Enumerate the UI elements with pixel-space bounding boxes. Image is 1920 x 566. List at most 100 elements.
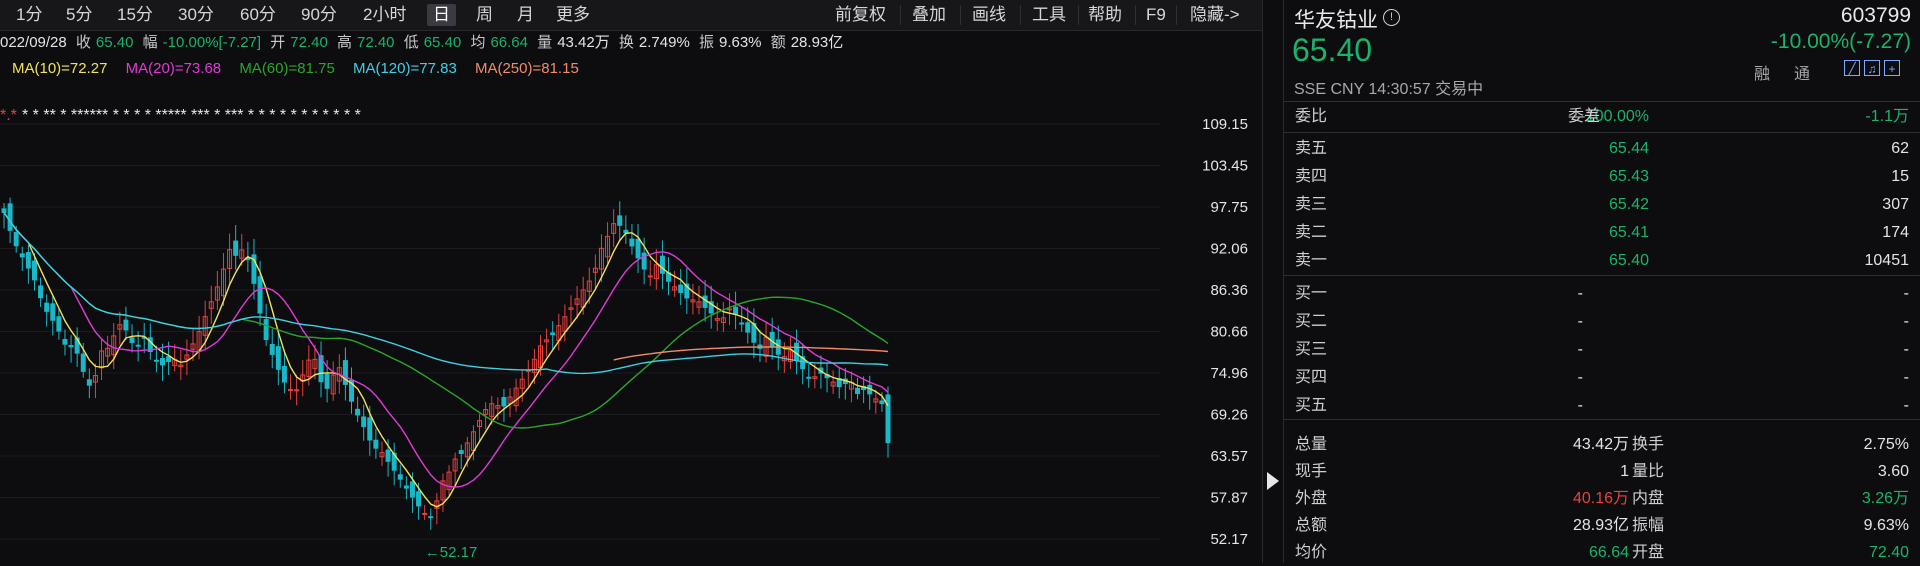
info-high: 72.40 xyxy=(356,34,395,51)
period-15min[interactable]: 15分 xyxy=(117,4,153,26)
candlestick-chart[interactable]: 109.15 103.45 97.75 92.06 86.36 80.66 74.96 69.… xyxy=(0,84,1262,563)
stats-row: 总额 28.93亿 振幅 9.63% xyxy=(1284,512,1920,539)
bid-row[interactable]: 买二 - - xyxy=(1284,308,1920,335)
candle-body xyxy=(19,253,25,258)
candle-body xyxy=(855,387,861,394)
candle-body xyxy=(416,491,422,507)
ask-row[interactable]: 卖三 65.42 307 xyxy=(1284,191,1920,218)
period-2hour[interactable]: 2小时 xyxy=(363,4,406,26)
info-low: 65.40 xyxy=(423,34,462,51)
bid-label: 买三 xyxy=(1295,341,1328,358)
bid-price: - xyxy=(1577,341,1583,358)
candle-body xyxy=(153,359,159,362)
candle-body xyxy=(68,344,74,348)
hide-panel-button[interactable]: 隐藏-> xyxy=(1190,4,1240,26)
candle-body xyxy=(635,238,641,259)
period-30min[interactable]: 30分 xyxy=(178,4,214,26)
period-month[interactable]: 月 xyxy=(517,4,534,26)
info-vol-label: 量 xyxy=(537,34,553,51)
stat-value: 28.93亿 xyxy=(1572,517,1629,534)
candle-body xyxy=(38,285,44,299)
ask-row[interactable]: 卖四 65.43 15 xyxy=(1284,163,1920,190)
draw-icon[interactable]: ╱ xyxy=(1844,60,1860,76)
candle-body xyxy=(739,322,745,325)
stat-label: 振幅 xyxy=(1632,517,1665,534)
y-tick-label: 97.75 xyxy=(1210,199,1248,216)
stat-label: 现手 xyxy=(1295,463,1328,480)
ask-row[interactable]: 卖一 65.40 10451 xyxy=(1284,247,1920,274)
info-turnover-label: 换 xyxy=(618,34,634,51)
candle-body xyxy=(501,397,507,407)
period-1min[interactable]: 1分 xyxy=(16,4,42,26)
candle-body xyxy=(702,295,708,308)
candle-body xyxy=(367,417,373,441)
candle-body xyxy=(135,344,141,347)
candle-body xyxy=(257,276,263,314)
bid-volume: - xyxy=(1903,341,1909,358)
ask-volume: 10451 xyxy=(1864,252,1910,269)
weibi-row: 委比 -100.00% 委差 -1.1万 xyxy=(1284,103,1920,130)
bid-row[interactable]: 买三 - - xyxy=(1284,336,1920,363)
y-tick-label: 63.57 xyxy=(1210,448,1248,465)
candle-body xyxy=(233,240,239,256)
y-tick-label: 103.45 xyxy=(1202,158,1248,175)
y-tick-label: 69.26 xyxy=(1210,407,1248,424)
bid-row[interactable]: 买四 - - xyxy=(1284,364,1920,391)
overlay-button[interactable]: 叠加 xyxy=(912,4,946,26)
candle-body xyxy=(263,319,269,341)
candle-body xyxy=(373,439,379,449)
candle-body xyxy=(647,275,653,278)
toolbar-divider xyxy=(1020,5,1021,25)
bid-row[interactable]: 买一 - - xyxy=(1284,280,1920,307)
help-button[interactable]: 帮助 xyxy=(1088,4,1122,26)
draw-line-button[interactable]: 画线 xyxy=(972,4,1006,26)
alert-bell-icon[interactable]: ♫ xyxy=(1864,60,1880,76)
toolbar-divider xyxy=(900,5,901,25)
stat-value: 43.42万 xyxy=(1572,436,1629,453)
bid-volume: - xyxy=(1903,397,1909,414)
stat-label: 内盘 xyxy=(1632,490,1665,507)
f9-button[interactable]: F9 xyxy=(1146,4,1166,26)
ask-row[interactable]: 卖二 65.41 174 xyxy=(1284,219,1920,246)
period-day[interactable]: 日 xyxy=(427,4,456,26)
candle-body xyxy=(659,255,665,274)
period-90min[interactable]: 90分 xyxy=(301,4,337,26)
adjust-forward-button[interactable]: 前复权 xyxy=(835,4,886,26)
market-status: SSE CNY 14:30:57 交易中 xyxy=(1294,81,1484,98)
candle-body xyxy=(403,485,409,489)
panel-divider xyxy=(1284,275,1920,276)
period-5min[interactable]: 5分 xyxy=(66,4,92,26)
ma20-legend: MA(20)=73.68 xyxy=(125,60,222,77)
candle-body xyxy=(160,358,166,366)
ask-label: 卖五 xyxy=(1295,140,1328,157)
candle-body xyxy=(80,353,86,372)
tools-button[interactable]: 工具 xyxy=(1032,4,1066,26)
info-avg: 66.64 xyxy=(490,34,528,51)
panel-divider xyxy=(1284,419,1920,420)
info-open-label: 开 xyxy=(270,34,286,51)
y-tick-label: 86.36 xyxy=(1210,282,1248,299)
stat-label: 量比 xyxy=(1632,463,1665,480)
ask-volume: 15 xyxy=(1891,168,1909,185)
period-60min[interactable]: 60分 xyxy=(240,4,276,26)
ask-row[interactable]: 卖五 65.44 62 xyxy=(1284,135,1920,162)
candle-body xyxy=(50,303,56,321)
stats-row: 均价 66.64 开盘 72.40 xyxy=(1284,539,1920,566)
info-icon[interactable]: ! xyxy=(1383,9,1400,26)
toolbar-divider xyxy=(1135,5,1136,25)
period-week[interactable]: 周 xyxy=(476,4,493,26)
bid-label: 买四 xyxy=(1295,369,1328,386)
connect-label: 通 xyxy=(1794,66,1811,83)
ask-label: 卖二 xyxy=(1295,224,1328,241)
ma20-line xyxy=(3,212,889,488)
period-toolbar: 1分 5分 15分 30分 60分 90分 2小时 日 周 月 更多 前复权 叠… xyxy=(0,0,1262,31)
bid-row[interactable]: 买五 - - xyxy=(1284,392,1920,419)
candle-body xyxy=(745,322,751,333)
weicha-value: -1.1万 xyxy=(1865,108,1909,125)
expand-arrow-icon[interactable] xyxy=(1267,472,1279,490)
period-more[interactable]: 更多 xyxy=(556,4,590,26)
bid-label: 买二 xyxy=(1295,313,1328,330)
add-icon[interactable]: + xyxy=(1884,60,1900,76)
info-vol: 43.42万 xyxy=(557,34,610,51)
ask-price: 65.41 xyxy=(1608,224,1649,241)
